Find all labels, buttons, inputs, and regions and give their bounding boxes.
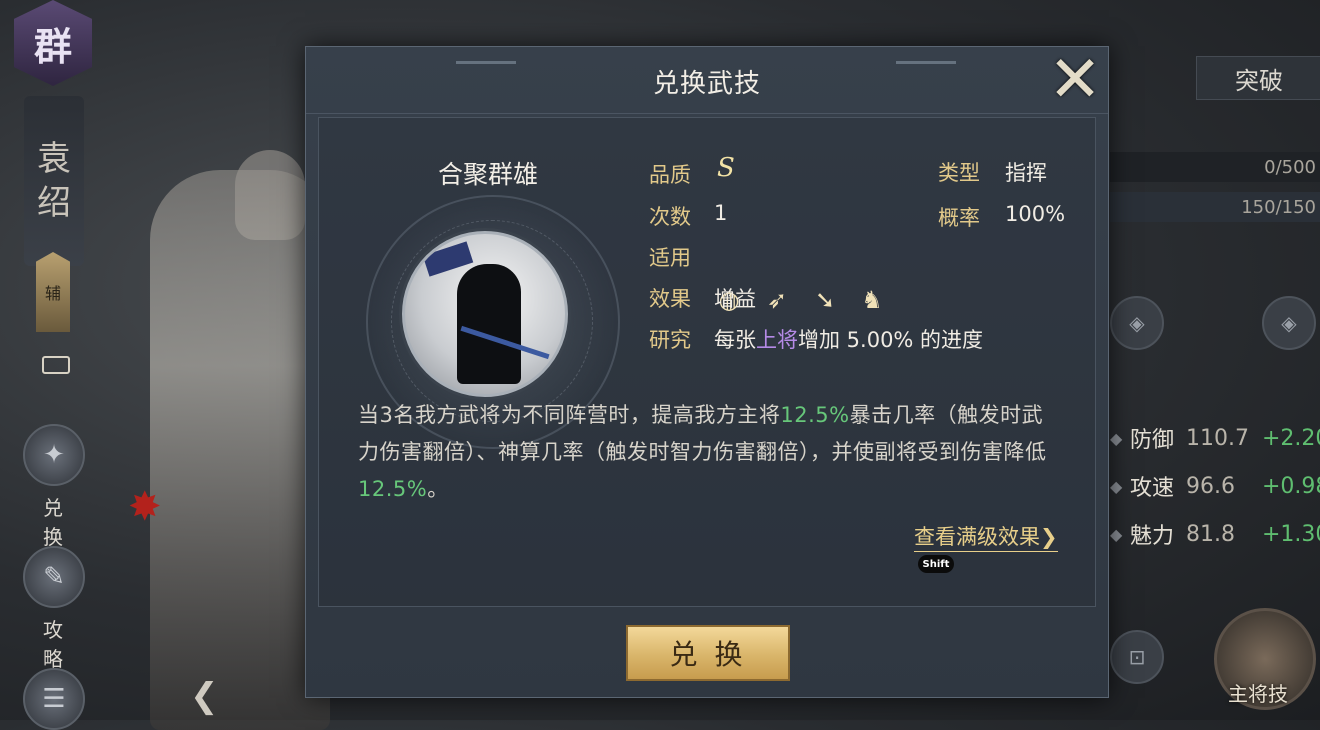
bow-icon: ➶ [766, 286, 788, 314]
maple-leaf-icon: ✸ [128, 484, 162, 530]
close-icon[interactable]: ✕ [1046, 48, 1104, 112]
side-guide-label: 攻 略 [43, 618, 75, 671]
side-more-button[interactable]: ☰ [16, 668, 92, 730]
applicable-label: 适用 [649, 246, 691, 270]
skill-portrait [402, 231, 568, 397]
research-label: 研究 [649, 328, 691, 352]
progress-bar: 0/500 [1110, 152, 1320, 182]
exchange-skill-dialog: 兑换武技 ✕ 合聚群雄 品质 S 次数 1 适用 ◍ ➶ ➘ ♞ 效果 增益 研… [305, 46, 1109, 698]
count-value: 1 [714, 201, 728, 225]
hero-name-char: 绍 [37, 183, 71, 223]
book-icon: ☰ [23, 668, 85, 730]
skill-slot-icon[interactable]: ◈ [1262, 296, 1316, 350]
view-max-effect-label: 查看满级效果 [914, 525, 1040, 549]
dialog-header: 兑换武技 ✕ [306, 47, 1108, 114]
research-highlight: 上将 [756, 328, 798, 352]
shortcut-badge: Shift [918, 555, 954, 573]
view-max-effect-link[interactable]: 查看满级效果❯ [914, 521, 1058, 552]
role-mark-icon [42, 356, 70, 374]
skill-name: 合聚群雄 [437, 160, 538, 189]
spear-icon: ➘ [814, 286, 836, 314]
lock-icon[interactable]: ⊡ [1110, 630, 1164, 684]
research-suffix: 增加 5.00% 的进度 [798, 328, 984, 352]
stat-bonus: +0.98 [1262, 473, 1320, 499]
faction-badge: 群 [14, 0, 92, 86]
role-tag: 辅 [36, 252, 70, 332]
dialog-title: 兑换武技 [652, 69, 761, 99]
description-text: 。 [427, 477, 449, 501]
skill-description: 当3名我方武将为不同阵营时，提高我方主将12.5%暴击几率（触发时武力伤害翻倍）… [358, 397, 1048, 508]
stat-row: ◆ 攻速 96.6 +0.98 [1110, 470, 1320, 502]
count-label: 次数 [649, 205, 691, 229]
quality-value: S [717, 153, 735, 183]
type-label: 类型 [938, 161, 980, 185]
research-prefix: 每张 [714, 328, 756, 352]
defense-icon: ◆ [1110, 428, 1123, 448]
stat-row: ◆ 魅力 81.8 +1.30 [1110, 518, 1320, 550]
description-value: 12.5% [780, 403, 850, 427]
tab-breakthrough[interactable]: 突破 [1196, 56, 1320, 100]
effect-label: 效果 [649, 287, 691, 311]
hero-name-plate: 袁 绍 [24, 96, 84, 266]
rate-value: 100% [1005, 202, 1066, 226]
side-exchange-label: 兑 换 [43, 496, 75, 549]
header-ornament-icon [456, 47, 516, 64]
progress-bar: 150/150 [1110, 192, 1320, 222]
stat-name: 防御 [1130, 428, 1175, 453]
stat-row: ◆ 防御 110.7 +2.20 [1110, 422, 1320, 454]
exchange-icon: ✦ [23, 424, 85, 486]
rate-label: 概率 [938, 206, 980, 230]
description-value: 12.5% [358, 477, 428, 501]
stat-bonus: +2.20 [1262, 425, 1320, 451]
description-text: 当3名我方武将为不同阵营时，提高我方主将 [358, 403, 781, 427]
exchange-button[interactable]: 兑 换 [626, 625, 790, 681]
header-ornament-icon [896, 47, 956, 64]
stat-name: 魅力 [1130, 524, 1175, 549]
effect-value: 增益 [714, 287, 756, 311]
hero-name-char: 袁 [37, 139, 71, 179]
research-value: 每张上将增加 5.00% 的进度 [714, 324, 983, 354]
stat-bonus: +1.30 [1262, 521, 1320, 547]
stat-value: 96.6 [1186, 473, 1235, 499]
hero-figure [150, 170, 330, 730]
main-skill-label: 主将技 [1228, 682, 1288, 706]
skill-slot-icon[interactable]: ◈ [1110, 296, 1164, 350]
stat-name: 攻速 [1130, 476, 1175, 501]
side-guide-button[interactable]: ✎ 攻 略 [16, 546, 92, 672]
stat-value: 110.7 [1186, 425, 1249, 451]
chevron-right-icon: ❯ [1040, 525, 1058, 549]
warrior-silhouette-icon [457, 264, 521, 384]
horse-icon: ♞ [861, 286, 883, 314]
attack-speed-icon: ◆ [1110, 476, 1123, 496]
side-exchange-button[interactable]: ✦ 兑 换 [16, 424, 92, 550]
charisma-icon: ◆ [1110, 524, 1123, 544]
guide-scroll-icon: ✎ [23, 546, 85, 608]
type-value: 指挥 [1005, 161, 1047, 185]
quality-label: 品质 [649, 163, 691, 187]
stat-value: 81.8 [1186, 521, 1235, 547]
chevron-left-icon[interactable]: ❮ [190, 676, 219, 716]
